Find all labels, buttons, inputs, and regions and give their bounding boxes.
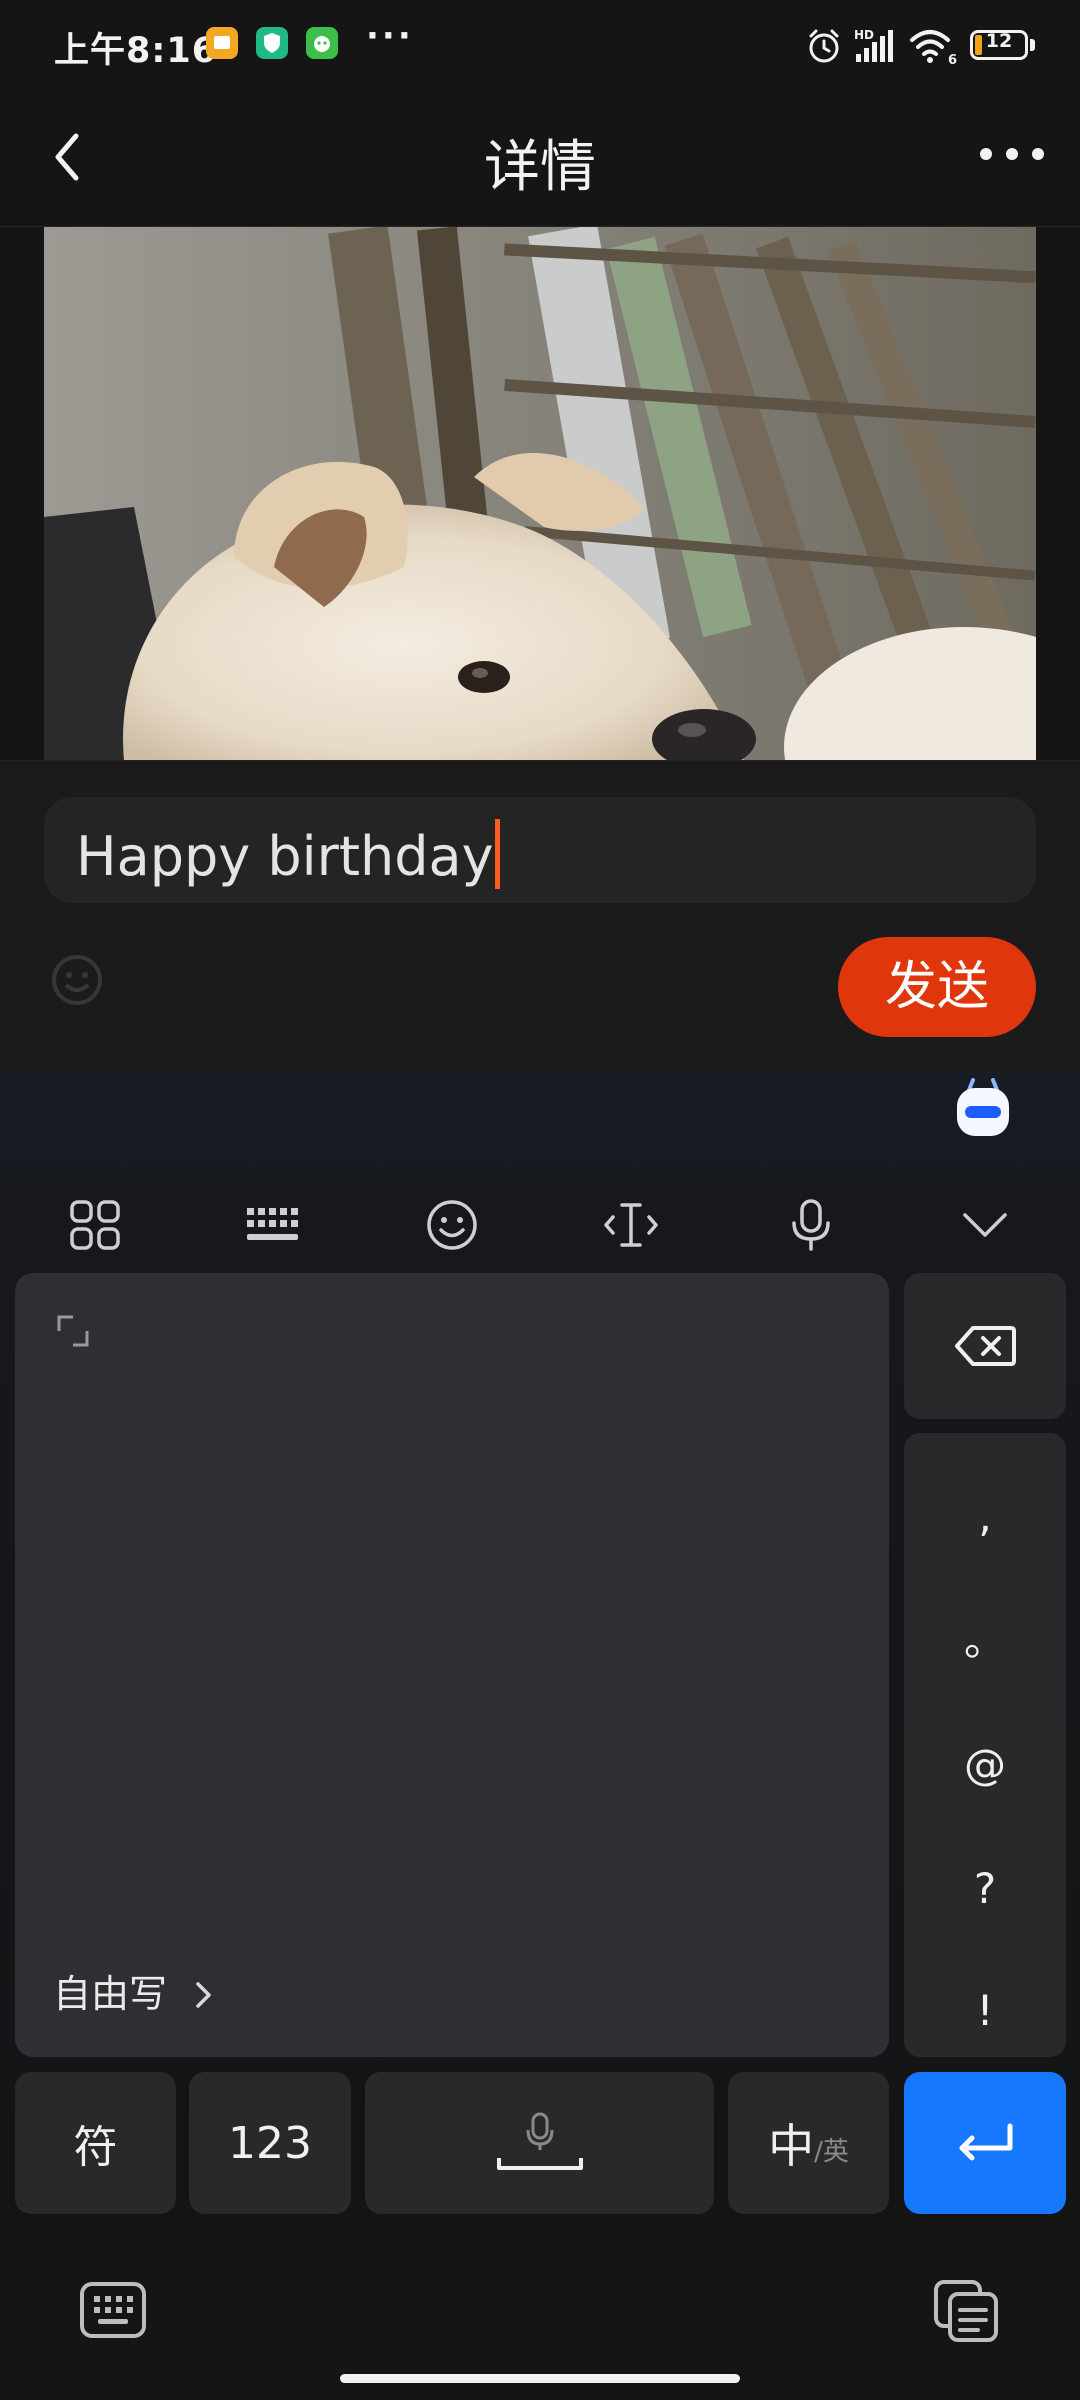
network-badge: HD: [854, 28, 874, 42]
comment-input-value: Happy birthday: [76, 825, 494, 888]
emoji-icon[interactable]: [50, 953, 104, 1007]
lang-key-main: 中: [768, 2119, 815, 2173]
alarm-icon: [809, 29, 839, 63]
screen: 上午8:16 ··· HD 6 12 详情 Happy birthday 发送 …: [0, 0, 1080, 2400]
punct-key-comma[interactable]: ,: [904, 1467, 1066, 1567]
dog-photo[interactable]: [44, 227, 1036, 760]
punct-key-period[interactable]: 。: [904, 1591, 1066, 1691]
keyboard-layout-icon: [247, 1208, 298, 1240]
toolbar-layout-button[interactable]: [228, 1180, 318, 1270]
smiley-icon: [427, 1200, 477, 1250]
toolbar-collapse-button[interactable]: [940, 1180, 1030, 1270]
text-cursor-icon: [604, 1203, 658, 1247]
wifi-icon: 6: [910, 30, 957, 66]
punct-key-exclamation[interactable]: !: [904, 1961, 1066, 2061]
security-app-icon: [256, 27, 288, 59]
more-options-button[interactable]: [972, 130, 1052, 180]
language-switch-key[interactable]: 中/英: [728, 2072, 889, 2214]
wifi-badge: 6: [948, 53, 957, 66]
backspace-icon: [955, 1326, 1016, 1366]
assistant-robot-icon[interactable]: [953, 1078, 1013, 1142]
page-title: 详情: [484, 135, 596, 200]
enter-return-icon: [959, 2123, 1013, 2161]
photo-area: [0, 227, 1080, 760]
punctuation-column: , 。 @ ? !: [904, 1433, 1066, 2057]
text-caret: [494, 819, 500, 889]
cellular-signal-icon: HD: [854, 28, 893, 62]
enter-key[interactable]: [904, 2072, 1066, 2214]
status-time: 上午8:16: [54, 31, 218, 71]
space-voice-icon: [496, 2112, 583, 2170]
status-bar: 上午8:16 ··· HD 6 12: [0, 0, 1080, 92]
ime-keyboard: 自由写 , 。 @ ? ! 符 123 中 /英: [0, 1070, 1080, 2242]
toolbar-apps-button[interactable]: [50, 1180, 140, 1270]
toolbar-voice-button[interactable]: [766, 1180, 856, 1270]
toolbar-emoji-button[interactable]: [407, 1180, 497, 1270]
toolbar-cursor-button[interactable]: [586, 1180, 676, 1270]
punct-key-at[interactable]: @: [904, 1715, 1066, 1815]
backspace-key[interactable]: [904, 1273, 1066, 1419]
chevron-down-icon: [963, 1213, 1007, 1237]
freewrite-label: 自由写: [53, 1972, 168, 2016]
expand-corner-icon[interactable]: [55, 1313, 91, 1349]
chevron-right-icon: [196, 1982, 211, 2008]
symbols-key[interactable]: 符: [15, 2072, 176, 2214]
keyboard-toolbar: [0, 1180, 1080, 1270]
punct-key-question[interactable]: ?: [904, 1839, 1066, 1939]
message-app-icon: [206, 27, 238, 59]
handwriting-pad[interactable]: 自由写: [15, 1273, 889, 2057]
battery-icon: 12: [970, 30, 1028, 60]
clipboard-icon[interactable]: [932, 2278, 1002, 2344]
keyboard-switch-icon[interactable]: [78, 2278, 148, 2342]
system-bottom-bar: [0, 2242, 1080, 2400]
comment-input[interactable]: Happy birthday: [44, 797, 1036, 903]
freewrite-link[interactable]: 自由写: [53, 1963, 215, 2018]
app-header: 详情: [0, 92, 1080, 227]
more-horizontal-icon: [980, 148, 1044, 160]
comment-composer: Happy birthday 发送: [0, 760, 1080, 1071]
grid-apps-icon: [70, 1200, 120, 1250]
lang-key-sub: /英: [814, 2136, 849, 2167]
send-button[interactable]: 发送: [838, 937, 1036, 1037]
microphone-icon: [792, 1199, 830, 1251]
space-key[interactable]: [365, 2072, 714, 2214]
numbers-key[interactable]: 123: [189, 2072, 351, 2214]
home-indicator[interactable]: [340, 2374, 740, 2383]
pet-app-icon: [306, 27, 338, 59]
battery-level: 12: [985, 30, 1013, 52]
status-more-icon: ···: [366, 16, 414, 56]
